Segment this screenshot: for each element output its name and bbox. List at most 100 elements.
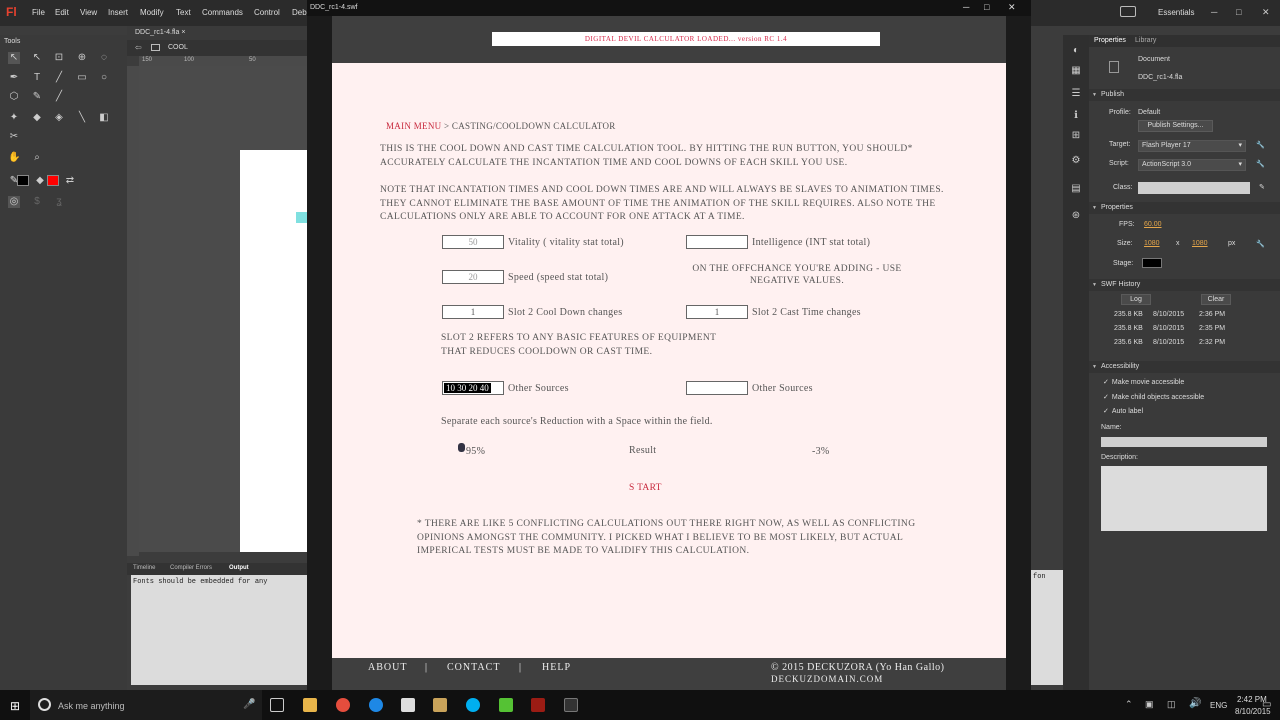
- menu-view[interactable]: View: [80, 8, 97, 17]
- close-icon[interactable]: ✕: [1008, 2, 1016, 13]
- color-panel-icon[interactable]: ◐: [1070, 45, 1082, 57]
- maximize-icon[interactable]: □: [984, 2, 989, 12]
- rectangle-tool-icon[interactable]: ▭: [76, 72, 88, 84]
- straighten-icon[interactable]: ʓ: [53, 196, 65, 208]
- tab-close-icon[interactable]: ×: [181, 29, 185, 36]
- components-icon[interactable]: ⚙: [1070, 155, 1082, 167]
- menu-control[interactable]: Control: [254, 8, 280, 17]
- size-height[interactable]: 1080: [1192, 240, 1208, 247]
- chrome-icon[interactable]: [336, 698, 350, 712]
- menu-insert[interactable]: Insert: [108, 8, 128, 17]
- info-icon[interactable]: ℹ: [1070, 110, 1082, 122]
- swatches-icon[interactable]: ▦: [1070, 65, 1082, 77]
- cortana-search[interactable]: Ask me anything 🎤: [30, 690, 262, 720]
- wrench-icon[interactable]: 🔧: [1256, 160, 1265, 168]
- menu-debug[interactable]: Deb: [292, 8, 307, 17]
- tray-app-icon[interactable]: ▣: [1145, 699, 1154, 710]
- motion-presets-icon[interactable]: ▤: [1070, 183, 1082, 195]
- script-select[interactable]: ActionScript 3.0 ▾: [1138, 159, 1246, 171]
- pencil-tool-icon[interactable]: ✎: [31, 91, 43, 103]
- other-sources-right-input[interactable]: [686, 381, 748, 395]
- tab-library[interactable]: Library: [1135, 37, 1156, 44]
- wrench-icon[interactable]: 🔧: [1256, 240, 1265, 248]
- swf-history-section[interactable]: SWF History: [1089, 279, 1280, 291]
- make-movie-accessible-checkbox[interactable]: Make movie accessible: [1103, 378, 1184, 386]
- transform-icon[interactable]: ⊞: [1070, 130, 1082, 142]
- workspace-dropdown[interactable]: Essentials: [1158, 8, 1194, 17]
- app-green-icon[interactable]: [499, 698, 513, 712]
- align-icon[interactable]: ☰: [1070, 88, 1082, 100]
- app-icon[interactable]: [433, 698, 447, 712]
- flash-taskbar-icon[interactable]: [531, 698, 545, 712]
- eyedropper-icon[interactable]: ╲: [76, 112, 88, 124]
- microphone-icon[interactable]: 🎤: [243, 699, 255, 710]
- line-tool-icon[interactable]: ╱: [53, 72, 65, 84]
- player-taskbar-icon[interactable]: [564, 698, 578, 712]
- description-textarea[interactable]: [1101, 466, 1267, 531]
- speed-input[interactable]: 20: [442, 270, 504, 284]
- close-icon[interactable]: ✕: [1262, 7, 1270, 18]
- lasso-icon[interactable]: ◌: [98, 52, 110, 64]
- tab-timeline[interactable]: Timeline: [133, 565, 155, 571]
- minimize-icon[interactable]: ─: [963, 2, 969, 12]
- polystar-tool-icon[interactable]: ⬡: [8, 91, 20, 103]
- edit-class-icon[interactable]: ✎: [1259, 183, 1265, 191]
- windows-start-icon[interactable]: ⊞: [10, 699, 20, 713]
- slot2-cooldown-input[interactable]: 1: [442, 305, 504, 319]
- target-select[interactable]: Flash Player 17 ▾: [1138, 140, 1246, 152]
- intelligence-input[interactable]: [686, 235, 748, 249]
- minimize-icon[interactable]: ─: [1211, 7, 1217, 17]
- properties-section[interactable]: Properties: [1089, 202, 1280, 214]
- vitality-input[interactable]: 50: [442, 235, 504, 249]
- make-child-accessible-checkbox[interactable]: Make child objects accessible: [1103, 393, 1204, 401]
- language-indicator[interactable]: ENG: [1210, 701, 1227, 710]
- menu-modify[interactable]: Modify: [140, 8, 164, 17]
- zoom-tool-icon[interactable]: ⌕: [31, 152, 43, 164]
- back-arrow-icon[interactable]: ⇦: [135, 43, 142, 52]
- notifications-icon[interactable]: ▭: [1262, 699, 1271, 710]
- scene-name[interactable]: COOL: [168, 44, 188, 51]
- subselection-tool-icon[interactable]: ↖: [31, 52, 43, 64]
- 3d-rotation-icon[interactable]: ⊕: [76, 52, 88, 64]
- hand-tool-icon[interactable]: ✋: [8, 152, 20, 164]
- tab-compiler-errors[interactable]: Compiler Errors: [170, 565, 212, 571]
- width-tool-icon[interactable]: ✂: [8, 131, 20, 143]
- size-width[interactable]: 1080: [1144, 240, 1160, 247]
- fill-color-swatch[interactable]: [47, 175, 59, 186]
- other-sources-left-input[interactable]: 10 30 20 40: [442, 381, 504, 395]
- menu-text[interactable]: Text: [176, 8, 191, 17]
- object-drawing-icon[interactable]: ◎: [8, 196, 20, 208]
- fill-color-icon[interactable]: ◆: [34, 175, 46, 187]
- text-tool-icon[interactable]: T: [31, 72, 43, 84]
- stage[interactable]: [240, 150, 307, 552]
- wrench-icon[interactable]: 🔧: [1256, 141, 1265, 149]
- free-transform-icon[interactable]: ⊡: [53, 52, 65, 64]
- pen-tool-icon[interactable]: ✒: [8, 72, 20, 84]
- ink-bottle-icon[interactable]: ◈: [53, 112, 65, 124]
- task-view-icon[interactable]: [270, 698, 284, 712]
- stage-color-swatch[interactable]: [1142, 258, 1162, 268]
- footer-help-link[interactable]: Help: [542, 662, 571, 673]
- menu-edit[interactable]: Edit: [55, 8, 69, 17]
- file-explorer-icon[interactable]: [303, 698, 317, 712]
- snap-icon[interactable]: $: [31, 196, 43, 208]
- footer-contact-link[interactable]: Contact: [447, 662, 500, 673]
- publish-settings-button[interactable]: Publish Settings...: [1138, 120, 1213, 132]
- swap-colors-icon[interactable]: ⇄: [64, 175, 76, 187]
- tab-output[interactable]: Output: [229, 565, 249, 571]
- code-snippets-icon[interactable]: ⊛: [1070, 210, 1082, 222]
- footer-about-link[interactable]: About: [368, 662, 407, 673]
- auto-label-checkbox[interactable]: Auto label: [1103, 407, 1143, 415]
- stage-object[interactable]: [296, 212, 307, 223]
- log-button[interactable]: Log: [1121, 294, 1151, 305]
- volume-icon[interactable]: 🔊: [1189, 698, 1201, 709]
- paint-bucket-icon[interactable]: ◆: [31, 112, 43, 124]
- tab-properties[interactable]: Properties: [1094, 37, 1126, 44]
- breadcrumb-main-menu[interactable]: MAIN MENU: [386, 121, 441, 131]
- maximize-icon[interactable]: □: [1236, 7, 1241, 17]
- slot2-casttime-input[interactable]: 1: [686, 305, 748, 319]
- bone-tool-icon[interactable]: ✦: [8, 112, 20, 124]
- brush-tool-icon[interactable]: ╱: [53, 91, 65, 103]
- selection-tool-icon[interactable]: ↖: [8, 52, 20, 64]
- store-icon[interactable]: [401, 698, 415, 712]
